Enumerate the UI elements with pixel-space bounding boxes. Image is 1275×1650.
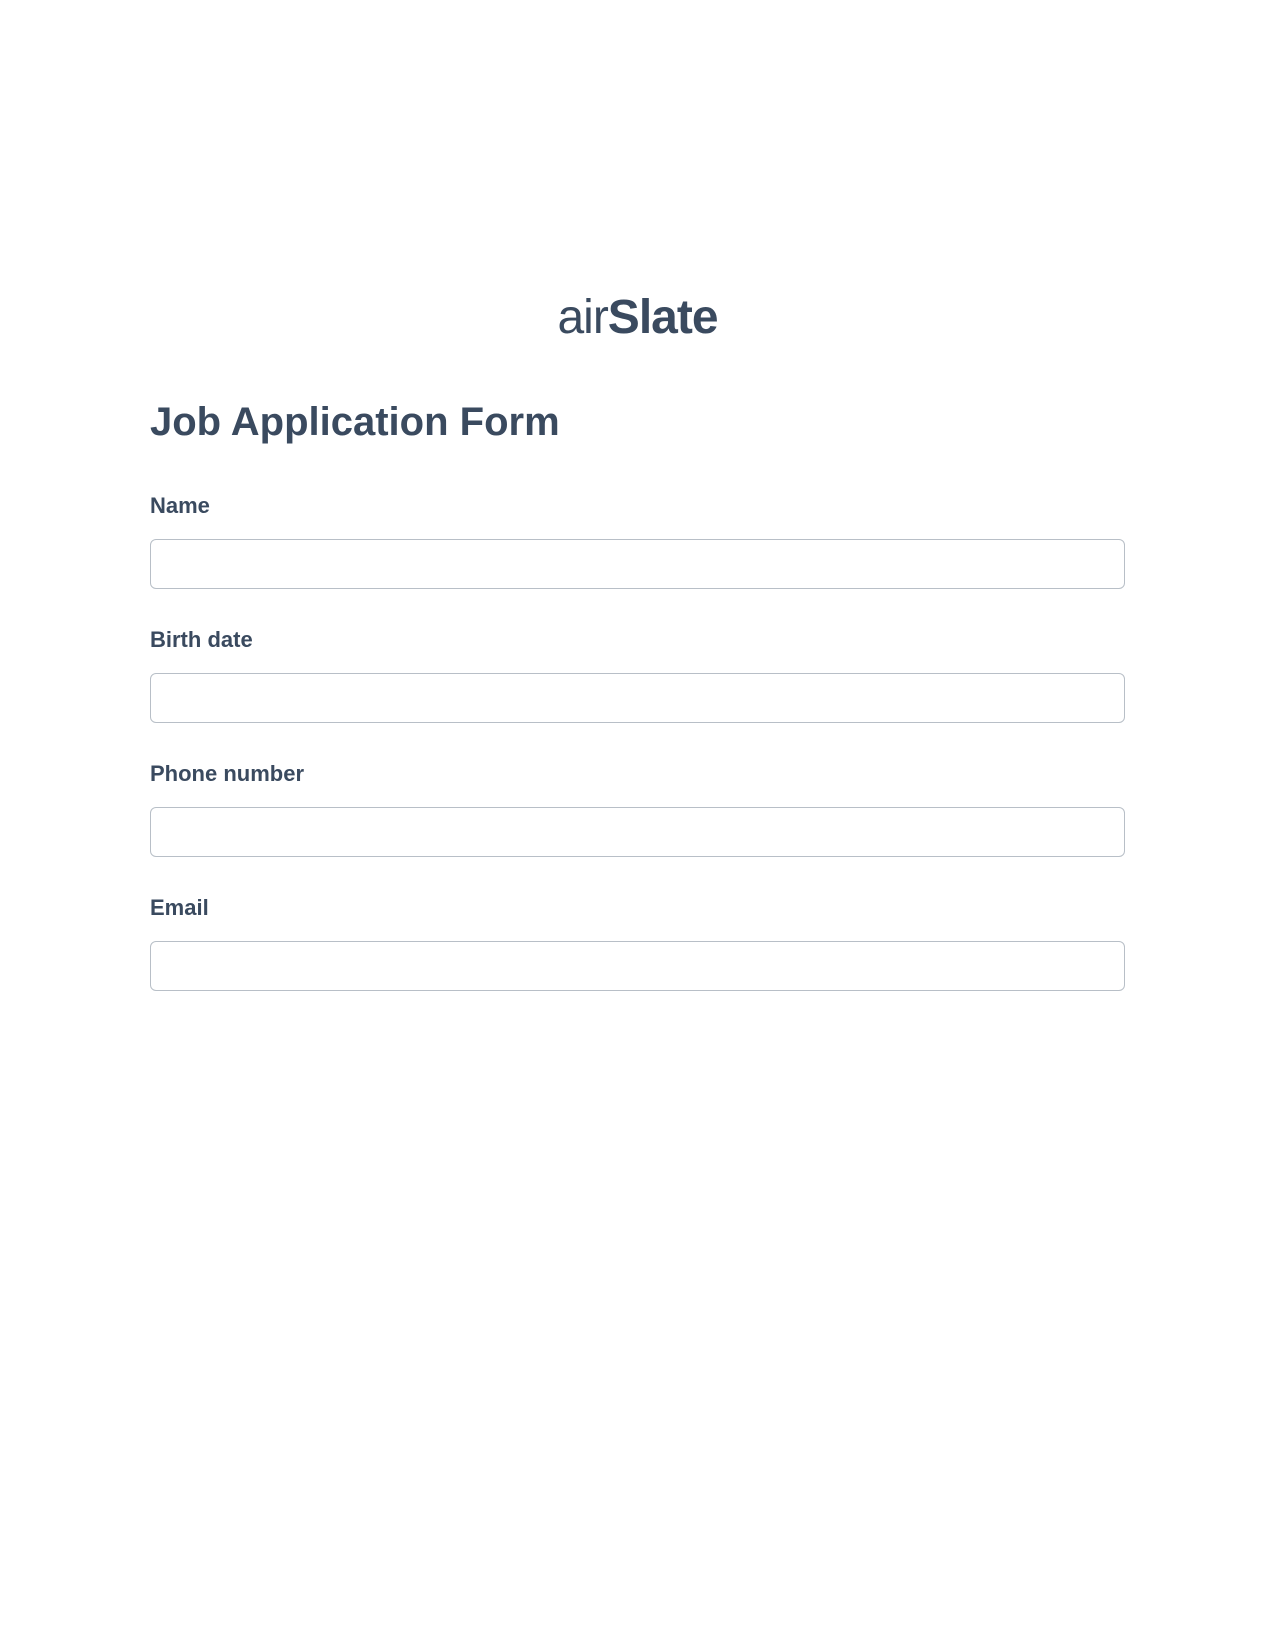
form-field-phone: Phone number: [150, 761, 1125, 857]
form-container: Job Application Form Name Birth date Pho…: [0, 400, 1275, 991]
form-field-name: Name: [150, 493, 1125, 589]
airslate-logo: airSlate: [557, 290, 717, 345]
logo-text-bold: Slate: [608, 291, 718, 344]
page-container: airSlate Job Application Form Name Birth…: [0, 0, 1275, 1650]
form-field-email: Email: [150, 895, 1125, 991]
logo-container: airSlate: [0, 290, 1275, 345]
form-title: Job Application Form: [150, 400, 1125, 445]
name-label: Name: [150, 493, 1125, 519]
email-label: Email: [150, 895, 1125, 921]
birthdate-input[interactable]: [150, 673, 1125, 723]
form-field-birthdate: Birth date: [150, 627, 1125, 723]
logo-text-light: air: [557, 291, 607, 344]
email-input[interactable]: [150, 941, 1125, 991]
phone-input[interactable]: [150, 807, 1125, 857]
phone-label: Phone number: [150, 761, 1125, 787]
name-input[interactable]: [150, 539, 1125, 589]
birthdate-label: Birth date: [150, 627, 1125, 653]
